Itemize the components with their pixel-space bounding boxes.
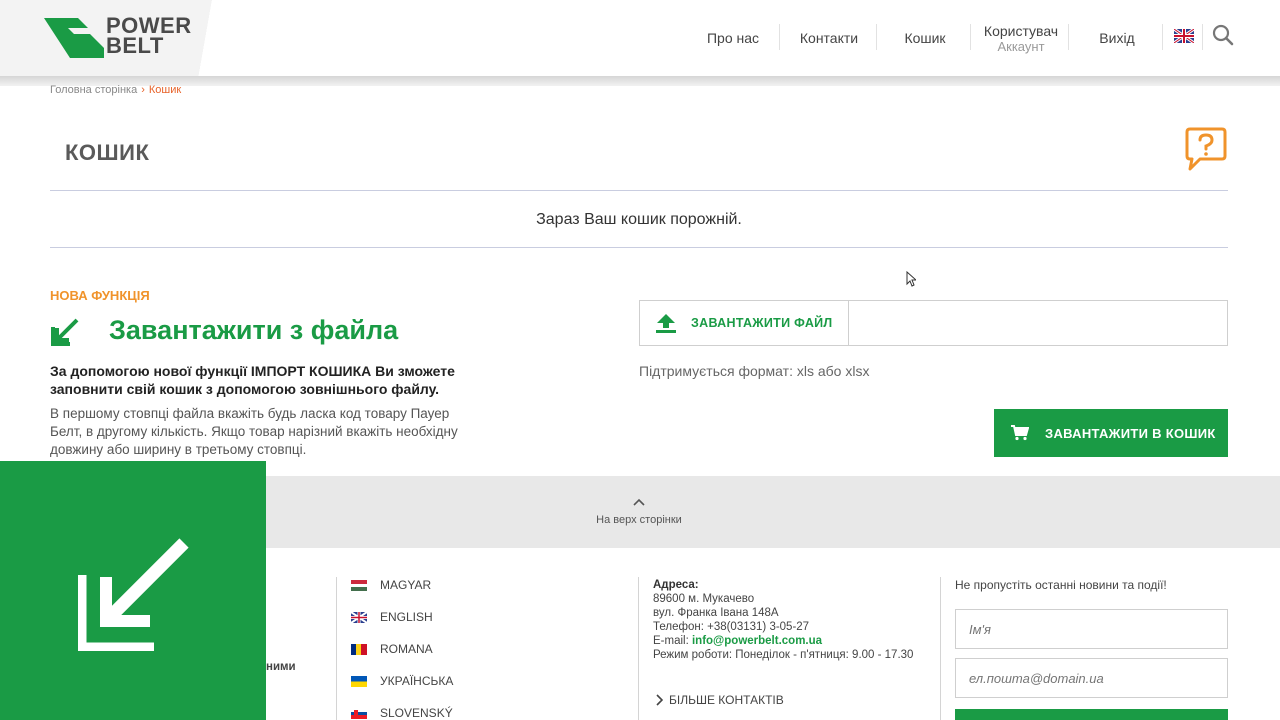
newsletter-title: Не пропустіть останні новини та події!	[955, 578, 1167, 592]
newsletter-submit-button[interactable]	[955, 709, 1228, 720]
nav-user[interactable]: Користувач Аккаунт	[984, 0, 1058, 76]
import-lead-text: За допомогою нової функції ІМПОРТ КОШИКА…	[50, 363, 455, 397]
import-description: В першому стовпці файла вкажіть будь лас…	[50, 406, 458, 457]
newsletter-email-input[interactable]	[955, 658, 1228, 698]
upload-file-label: ЗАВАНТАЖИТИ ФАЙЛ	[691, 316, 833, 330]
nav-contacts-label: Контакти	[799, 30, 859, 46]
nav-divider	[779, 24, 780, 50]
import-arrow-icon	[78, 538, 189, 651]
footer-partial-text: ними	[266, 661, 296, 673]
nav-user-label: Користувач	[983, 22, 1059, 39]
footer-divider	[940, 577, 941, 720]
upload-file-button[interactable]: ЗАВАНТАЖИТИ ФАЙЛ	[640, 301, 849, 345]
upload-icon	[656, 314, 676, 333]
footer-divider	[336, 577, 337, 720]
language-label: SLOVENSKÝ	[380, 706, 453, 720]
language-label: ENGLISH	[380, 610, 433, 624]
nav-account-label: Аккаунт	[997, 38, 1045, 54]
divider	[50, 190, 1228, 191]
breadcrumb-chevron-icon: ›	[141, 84, 145, 96]
breadcrumb: Головна сторінка › Кошик	[50, 84, 181, 96]
nav-divider	[876, 24, 877, 50]
language-label: УКРАЇНСЬКА	[380, 674, 454, 688]
logo-text: POWER BELT	[106, 15, 192, 58]
nav-divider	[970, 24, 971, 50]
mouse-cursor-icon	[906, 271, 916, 287]
address-line: вул. Франка Івана 148А	[653, 607, 779, 619]
upload-to-cart-label: ЗАВАНТАЖИТИ В КОШИК	[1045, 425, 1216, 441]
language-item-magyar[interactable]: MAGYAR	[351, 578, 431, 592]
nav-contacts[interactable]: Контакти	[798, 0, 860, 76]
nav-divider	[1202, 24, 1203, 50]
site-header: POWER BELT Про нас Контакти Кошик Корист…	[0, 0, 1280, 76]
footer-address: Адреса: 89600 м. Мукачево вул. Франка Ів…	[653, 578, 913, 662]
more-contacts-label: БІЛЬШЕ КОНТАКТІВ	[669, 693, 784, 707]
footer-divider	[638, 577, 639, 720]
logo-line2: BELT	[106, 33, 164, 58]
nav-divider	[1068, 24, 1069, 50]
address-email-label: E-mail:	[653, 635, 692, 647]
import-title: Завантажити з файла	[109, 315, 399, 345]
nav-divider	[1162, 24, 1163, 50]
language-label: ROMANA	[380, 642, 433, 656]
nav-cart[interactable]: Кошик	[900, 0, 950, 76]
language-item-english[interactable]: ENGLISH	[351, 610, 433, 624]
uk-flag-icon	[351, 611, 367, 623]
language-item-ukrainian[interactable]: УКРАЇНСЬКА	[351, 674, 453, 688]
newsletter-name-input[interactable]	[955, 609, 1228, 649]
address-email-link[interactable]: info@powerbelt.com.ua	[692, 635, 822, 647]
address-phone: Телефон: +38(03131) 3-05-27	[653, 621, 810, 633]
upload-to-cart-button[interactable]: ЗАВАНТАЖИТИ В КОШИК	[994, 409, 1228, 457]
supported-formats-text: Підтримується формат: xls або xlsx	[639, 363, 870, 379]
address-line: 89600 м. Мукачево	[653, 593, 755, 605]
breadcrumb-home[interactable]: Головна сторінка	[50, 84, 137, 96]
chevron-right-icon	[656, 694, 663, 706]
logo[interactable]: POWER BELT	[44, 15, 204, 60]
hungary-flag-icon	[351, 579, 367, 591]
header-shadow	[0, 76, 1280, 86]
file-upload-field[interactable]: ЗАВАНТАЖИТИ ФАЙЛ	[639, 300, 1228, 346]
help-question-icon[interactable]	[1184, 126, 1228, 172]
address-heading: Адреса:	[653, 579, 699, 591]
address-hours: Режим роботи: Понеділок - п'ятниця: 9.00…	[653, 649, 914, 661]
language-item-slovak[interactable]: SLOVENSKÝ	[351, 706, 453, 720]
new-feature-badge: НОВА ФУНКЦІЯ	[50, 288, 150, 303]
ukraine-flag-icon	[351, 675, 367, 687]
search-icon[interactable]	[1212, 24, 1234, 46]
page-title: КОШИК	[65, 140, 150, 165]
language-label: MAGYAR	[380, 578, 432, 592]
language-item-romana[interactable]: ROMANA	[351, 642, 433, 656]
nav-about[interactable]: Про нас	[704, 0, 762, 76]
chevron-up-icon[interactable]	[632, 497, 646, 507]
nav-cart-label: Кошик	[904, 30, 946, 46]
empty-cart-message: Зараз Ваш кошик порожній.	[536, 211, 742, 228]
cart-icon	[1011, 425, 1029, 441]
nav-logout-label: Вихід	[1099, 30, 1135, 46]
nav-logout[interactable]: Вихід	[1094, 0, 1140, 76]
romania-flag-icon	[351, 643, 367, 655]
more-contacts-link[interactable]: БІЛЬШЕ КОНТАКТІВ	[655, 693, 784, 707]
slovakia-flag-icon	[351, 707, 367, 719]
uk-flag-icon[interactable]	[1174, 29, 1194, 43]
nav-about-label: Про нас	[706, 30, 760, 46]
import-arrow-icon	[51, 318, 79, 346]
divider	[50, 247, 1228, 248]
breadcrumb-current: Кошик	[148, 84, 182, 96]
